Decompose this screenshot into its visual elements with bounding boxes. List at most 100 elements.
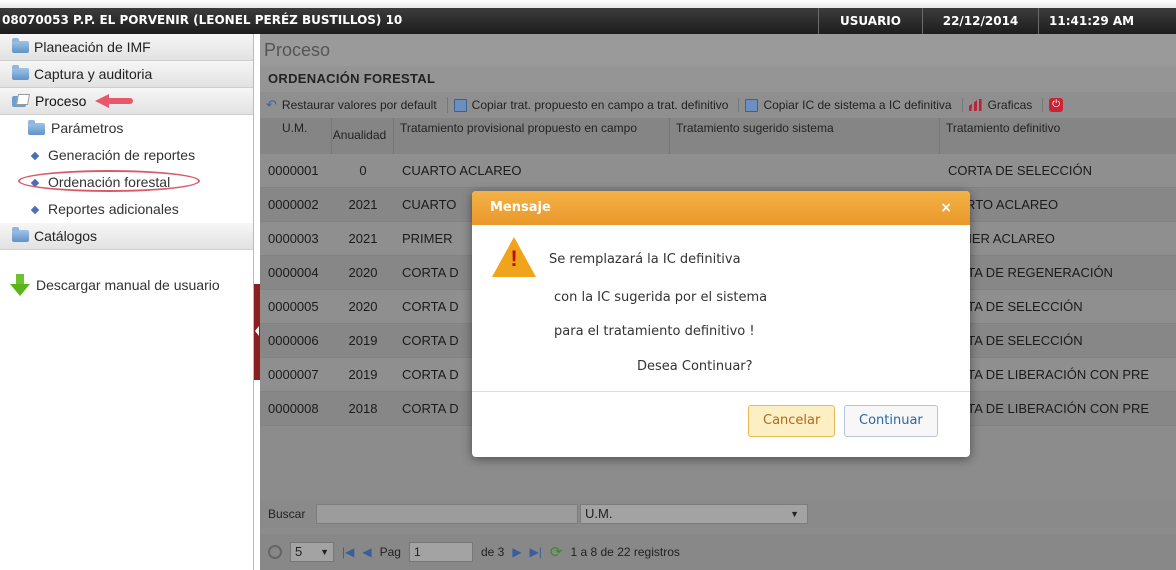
search-input[interactable] [316,504,578,524]
bullet-icon [30,205,40,214]
cell-anualidad: 2020 [348,299,378,314]
cell-definitivo: ORTA DE REGENERACIÓN [948,265,1113,280]
sidebar-item-label: Captura y auditoria [34,66,153,82]
continue-button[interactable]: Continuar [844,405,938,437]
dialog-message-line-3: para el tratamiento definitivo ! [554,324,755,339]
sidebar: Planeación de IMF Captura y auditoria Pr… [0,34,254,570]
folder-icon [12,38,29,53]
user-label: USUARIO [818,8,922,34]
cell-sugerido [670,154,940,187]
search-icon[interactable] [268,545,282,559]
top-shadow [0,0,1176,8]
sidebar-item-parametros[interactable]: Parámetros [0,115,253,142]
dialog-title: Mensaje [490,200,551,215]
power-icon: ⏻ [1049,98,1064,112]
page-input[interactable]: 1 [408,542,473,562]
sidebar-item-planeacion[interactable]: Planeación de IMF [0,34,253,61]
records-summary: 1 a 8 de 22 registros [570,545,680,559]
cell-um: 0000001 [268,163,319,178]
copy-treatment-label: Copiar trat. propuesto en campo a trat. … [471,98,729,112]
dialog-message-line-4: Desea Continuar? [637,359,753,374]
folder-icon [28,119,45,135]
download-manual-link[interactable]: Descargar manual de usuario [10,274,220,296]
column-header-provisional[interactable]: Tratamiento provisional propuesto en cam… [394,118,670,154]
download-label: Descargar manual de usuario [36,277,220,293]
cell-um: 0000007 [268,367,319,382]
red-arrow-icon [95,94,134,108]
column-header-definitivo[interactable]: Tratamiento definitivo [940,118,1176,154]
charts-button[interactable]: Graficas [968,98,1044,112]
page-title: Proceso [260,34,1176,66]
cell-anualidad: 2020 [348,265,378,280]
app-title: 08070053 P.P. EL PORVENIR (LEONEL PERÉZ … [2,13,403,27]
cell-um: 0000008 [268,401,319,416]
cell-anualidad: 0 [359,163,367,178]
sidebar-item-catalogos[interactable]: Catálogos [0,223,253,250]
cancel-button[interactable]: Cancelar [748,405,836,437]
column-header-um[interactable]: U.M. [260,118,332,154]
first-page-icon[interactable]: |◀ [342,545,354,559]
close-icon[interactable]: × [940,191,952,225]
exit-button[interactable]: ⏻ [1049,98,1073,112]
refresh-icon[interactable]: ⟳ [550,543,563,561]
time-label: 11:41:29 AM [1038,8,1176,34]
folder-icon [12,65,29,80]
sidebar-item-label: Parámetros [51,120,124,136]
copy-treatment-button[interactable]: Copiar trat. propuesto en campo a trat. … [453,98,740,112]
section-title: ORDENACIÓN FORESTAL [260,66,1176,92]
search-bar: Buscar U.M. [260,500,1176,528]
last-page-icon[interactable]: ▶| [530,545,542,559]
dialog-header: Mensaje × [472,191,970,225]
dialog-message-line-2: con la IC sugerida por el sistema [554,290,768,305]
warning-exclamation: ! [510,246,518,271]
folder-icon [12,227,29,242]
cell-um: 0000002 [268,197,319,212]
cell-um: 0000006 [268,333,319,348]
cell-anualidad: 2019 [348,367,378,382]
sidebar-item-label: Catálogos [34,228,98,244]
page-size-select[interactable]: 5 [290,542,334,562]
table-row[interactable]: 0000001 0 CUARTO ACLAREO CORTA DE SELECCIÓN [260,154,1176,188]
restore-defaults-button[interactable]: ↶ Restaurar valores por default [266,97,448,113]
sidebar-item-label: Reportes adicionales [48,201,179,217]
column-header-anualidad[interactable]: Anualidad [332,118,394,154]
search-label: Buscar [268,507,306,521]
undo-icon: ↶ [266,97,277,112]
copy-ic-button[interactable]: Copiar IC de sistema a IC definitiva [745,98,963,112]
dialog-divider [472,391,970,392]
copy-icon [745,98,759,112]
open-folder-icon [12,94,30,108]
download-arrow-icon [10,274,30,296]
message-dialog: Mensaje × ! Se remplazará la IC definiti… [472,191,970,457]
sidebar-item-reportes-adicionales[interactable]: Reportes adicionales [0,196,253,223]
toolbar: ↶ Restaurar valores por default Copiar t… [260,92,1176,118]
cell-definitivo: UARTO ACLAREO [948,197,1059,212]
dialog-message-line-1: Se remplazará la IC definitiva [549,252,741,267]
sidebar-item-label: Planeación de IMF [34,39,151,55]
sidebar-item-label: Generación de reportes [48,147,196,163]
sidebar-item-captura[interactable]: Captura y auditoria [0,61,253,88]
sidebar-item-proceso[interactable]: Proceso [0,88,253,115]
date-label: 22/12/2014 [922,8,1038,34]
cell-anualidad: 2019 [348,333,378,348]
grid-header: U.M. Anualidad Tratamiento provisional p… [260,118,1176,154]
cell-definitivo: CORTA DE SELECCIÓN [948,163,1092,178]
grid-empty-area [260,476,1176,500]
copy-ic-label: Copiar IC de sistema a IC definitiva [763,98,952,112]
pager: 5 |◀ ◀ Pag 1 de 3 ▶ ▶| ⟳ 1 a 8 de 22 reg… [260,534,1176,570]
charts-label: Graficas [987,98,1033,112]
cell-um: 0000003 [268,231,319,246]
column-header-sugerido[interactable]: Tratamiento sugerido sistema [670,118,940,154]
search-field-select[interactable]: U.M. [580,504,808,524]
next-page-icon[interactable]: ▶ [512,545,521,559]
sidebar-item-generacion-reportes[interactable]: Generación de reportes [0,142,253,169]
page-label: Pag [379,545,401,559]
cell-anualidad: 2021 [348,197,378,212]
cell-provisional: CUARTO ACLAREO [402,163,522,178]
page-count: de 3 [480,545,505,559]
cell-anualidad: 2021 [348,231,378,246]
cell-definitivo: RIMER ACLAREO [948,231,1055,246]
cell-um: 0000004 [268,265,319,280]
prev-page-icon[interactable]: ◀ [362,545,371,559]
cell-definitivo: ORTA DE LIBERACIÓN CON PRE [948,401,1150,416]
